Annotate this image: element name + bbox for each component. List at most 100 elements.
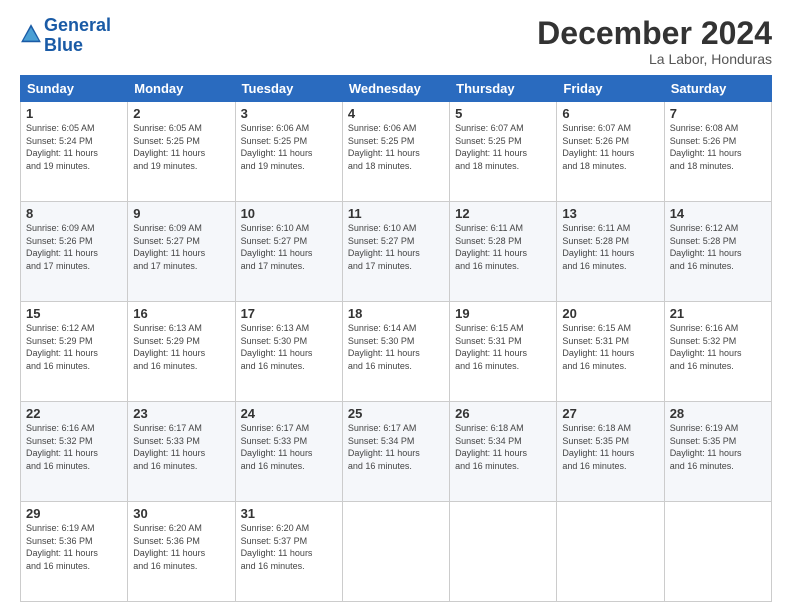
- day-info: Sunrise: 6:18 AM Sunset: 5:35 PM Dayligh…: [562, 422, 658, 472]
- day-number: 11: [348, 206, 444, 221]
- day-cell-14: 14Sunrise: 6:12 AM Sunset: 5:28 PM Dayli…: [664, 202, 771, 302]
- day-number: 1: [26, 106, 122, 121]
- day-number: 5: [455, 106, 551, 121]
- day-number: 26: [455, 406, 551, 421]
- day-info: Sunrise: 6:09 AM Sunset: 5:26 PM Dayligh…: [26, 222, 122, 272]
- empty-cell: [557, 502, 664, 602]
- day-number: 31: [241, 506, 337, 521]
- day-info: Sunrise: 6:06 AM Sunset: 5:25 PM Dayligh…: [348, 122, 444, 172]
- day-info: Sunrise: 6:17 AM Sunset: 5:33 PM Dayligh…: [133, 422, 229, 472]
- day-info: Sunrise: 6:18 AM Sunset: 5:34 PM Dayligh…: [455, 422, 551, 472]
- day-info: Sunrise: 6:15 AM Sunset: 5:31 PM Dayligh…: [455, 322, 551, 372]
- day-info: Sunrise: 6:12 AM Sunset: 5:28 PM Dayligh…: [670, 222, 766, 272]
- day-info: Sunrise: 6:06 AM Sunset: 5:25 PM Dayligh…: [241, 122, 337, 172]
- day-number: 18: [348, 306, 444, 321]
- day-number: 15: [26, 306, 122, 321]
- col-header-friday: Friday: [557, 76, 664, 102]
- day-info: Sunrise: 6:10 AM Sunset: 5:27 PM Dayligh…: [241, 222, 337, 272]
- day-cell-21: 21Sunrise: 6:16 AM Sunset: 5:32 PM Dayli…: [664, 302, 771, 402]
- day-number: 8: [26, 206, 122, 221]
- day-cell-25: 25Sunrise: 6:17 AM Sunset: 5:34 PM Dayli…: [342, 402, 449, 502]
- day-number: 2: [133, 106, 229, 121]
- col-header-wednesday: Wednesday: [342, 76, 449, 102]
- day-info: Sunrise: 6:09 AM Sunset: 5:27 PM Dayligh…: [133, 222, 229, 272]
- day-info: Sunrise: 6:13 AM Sunset: 5:29 PM Dayligh…: [133, 322, 229, 372]
- day-info: Sunrise: 6:16 AM Sunset: 5:32 PM Dayligh…: [26, 422, 122, 472]
- day-cell-8: 8Sunrise: 6:09 AM Sunset: 5:26 PM Daylig…: [21, 202, 128, 302]
- day-info: Sunrise: 6:07 AM Sunset: 5:26 PM Dayligh…: [562, 122, 658, 172]
- day-cell-19: 19Sunrise: 6:15 AM Sunset: 5:31 PM Dayli…: [450, 302, 557, 402]
- empty-cell: [342, 502, 449, 602]
- day-info: Sunrise: 6:11 AM Sunset: 5:28 PM Dayligh…: [455, 222, 551, 272]
- col-header-tuesday: Tuesday: [235, 76, 342, 102]
- day-info: Sunrise: 6:10 AM Sunset: 5:27 PM Dayligh…: [348, 222, 444, 272]
- day-cell-10: 10Sunrise: 6:10 AM Sunset: 5:27 PM Dayli…: [235, 202, 342, 302]
- empty-cell: [450, 502, 557, 602]
- day-number: 24: [241, 406, 337, 421]
- day-info: Sunrise: 6:19 AM Sunset: 5:36 PM Dayligh…: [26, 522, 122, 572]
- page: General Blue December 2024 La Labor, Hon…: [0, 0, 792, 612]
- day-cell-29: 29Sunrise: 6:19 AM Sunset: 5:36 PM Dayli…: [21, 502, 128, 602]
- day-cell-30: 30Sunrise: 6:20 AM Sunset: 5:36 PM Dayli…: [128, 502, 235, 602]
- day-info: Sunrise: 6:16 AM Sunset: 5:32 PM Dayligh…: [670, 322, 766, 372]
- day-cell-17: 17Sunrise: 6:13 AM Sunset: 5:30 PM Dayli…: [235, 302, 342, 402]
- day-cell-12: 12Sunrise: 6:11 AM Sunset: 5:28 PM Dayli…: [450, 202, 557, 302]
- day-number: 9: [133, 206, 229, 221]
- col-header-monday: Monday: [128, 76, 235, 102]
- day-number: 4: [348, 106, 444, 121]
- day-number: 17: [241, 306, 337, 321]
- week-row-3: 15Sunrise: 6:12 AM Sunset: 5:29 PM Dayli…: [21, 302, 772, 402]
- day-cell-9: 9Sunrise: 6:09 AM Sunset: 5:27 PM Daylig…: [128, 202, 235, 302]
- day-cell-20: 20Sunrise: 6:15 AM Sunset: 5:31 PM Dayli…: [557, 302, 664, 402]
- week-row-5: 29Sunrise: 6:19 AM Sunset: 5:36 PM Dayli…: [21, 502, 772, 602]
- day-info: Sunrise: 6:11 AM Sunset: 5:28 PM Dayligh…: [562, 222, 658, 272]
- day-cell-26: 26Sunrise: 6:18 AM Sunset: 5:34 PM Dayli…: [450, 402, 557, 502]
- calendar-body: 1Sunrise: 6:05 AM Sunset: 5:24 PM Daylig…: [21, 102, 772, 602]
- day-info: Sunrise: 6:08 AM Sunset: 5:26 PM Dayligh…: [670, 122, 766, 172]
- logo-text: General Blue: [44, 16, 111, 56]
- month-title: December 2024: [537, 16, 772, 51]
- empty-cell: [664, 502, 771, 602]
- day-cell-5: 5Sunrise: 6:07 AM Sunset: 5:25 PM Daylig…: [450, 102, 557, 202]
- day-info: Sunrise: 6:05 AM Sunset: 5:25 PM Dayligh…: [133, 122, 229, 172]
- day-number: 7: [670, 106, 766, 121]
- day-cell-24: 24Sunrise: 6:17 AM Sunset: 5:33 PM Dayli…: [235, 402, 342, 502]
- day-number: 29: [26, 506, 122, 521]
- day-info: Sunrise: 6:05 AM Sunset: 5:24 PM Dayligh…: [26, 122, 122, 172]
- day-cell-2: 2Sunrise: 6:05 AM Sunset: 5:25 PM Daylig…: [128, 102, 235, 202]
- logo-icon: [20, 23, 42, 45]
- col-header-thursday: Thursday: [450, 76, 557, 102]
- day-cell-18: 18Sunrise: 6:14 AM Sunset: 5:30 PM Dayli…: [342, 302, 449, 402]
- calendar-header-row: SundayMondayTuesdayWednesdayThursdayFrid…: [21, 76, 772, 102]
- day-cell-16: 16Sunrise: 6:13 AM Sunset: 5:29 PM Dayli…: [128, 302, 235, 402]
- day-number: 25: [348, 406, 444, 421]
- day-info: Sunrise: 6:13 AM Sunset: 5:30 PM Dayligh…: [241, 322, 337, 372]
- day-info: Sunrise: 6:12 AM Sunset: 5:29 PM Dayligh…: [26, 322, 122, 372]
- day-cell-22: 22Sunrise: 6:16 AM Sunset: 5:32 PM Dayli…: [21, 402, 128, 502]
- day-cell-11: 11Sunrise: 6:10 AM Sunset: 5:27 PM Dayli…: [342, 202, 449, 302]
- day-cell-15: 15Sunrise: 6:12 AM Sunset: 5:29 PM Dayli…: [21, 302, 128, 402]
- day-number: 30: [133, 506, 229, 521]
- day-number: 16: [133, 306, 229, 321]
- subtitle: La Labor, Honduras: [537, 51, 772, 67]
- day-number: 3: [241, 106, 337, 121]
- day-info: Sunrise: 6:14 AM Sunset: 5:30 PM Dayligh…: [348, 322, 444, 372]
- day-info: Sunrise: 6:07 AM Sunset: 5:25 PM Dayligh…: [455, 122, 551, 172]
- col-header-saturday: Saturday: [664, 76, 771, 102]
- day-info: Sunrise: 6:19 AM Sunset: 5:35 PM Dayligh…: [670, 422, 766, 472]
- day-number: 12: [455, 206, 551, 221]
- day-cell-7: 7Sunrise: 6:08 AM Sunset: 5:26 PM Daylig…: [664, 102, 771, 202]
- day-number: 28: [670, 406, 766, 421]
- logo: General Blue: [20, 16, 111, 56]
- day-number: 27: [562, 406, 658, 421]
- day-cell-4: 4Sunrise: 6:06 AM Sunset: 5:25 PM Daylig…: [342, 102, 449, 202]
- week-row-4: 22Sunrise: 6:16 AM Sunset: 5:32 PM Dayli…: [21, 402, 772, 502]
- day-cell-28: 28Sunrise: 6:19 AM Sunset: 5:35 PM Dayli…: [664, 402, 771, 502]
- day-number: 21: [670, 306, 766, 321]
- day-cell-1: 1Sunrise: 6:05 AM Sunset: 5:24 PM Daylig…: [21, 102, 128, 202]
- week-row-1: 1Sunrise: 6:05 AM Sunset: 5:24 PM Daylig…: [21, 102, 772, 202]
- day-cell-3: 3Sunrise: 6:06 AM Sunset: 5:25 PM Daylig…: [235, 102, 342, 202]
- day-info: Sunrise: 6:20 AM Sunset: 5:37 PM Dayligh…: [241, 522, 337, 572]
- day-number: 10: [241, 206, 337, 221]
- day-cell-13: 13Sunrise: 6:11 AM Sunset: 5:28 PM Dayli…: [557, 202, 664, 302]
